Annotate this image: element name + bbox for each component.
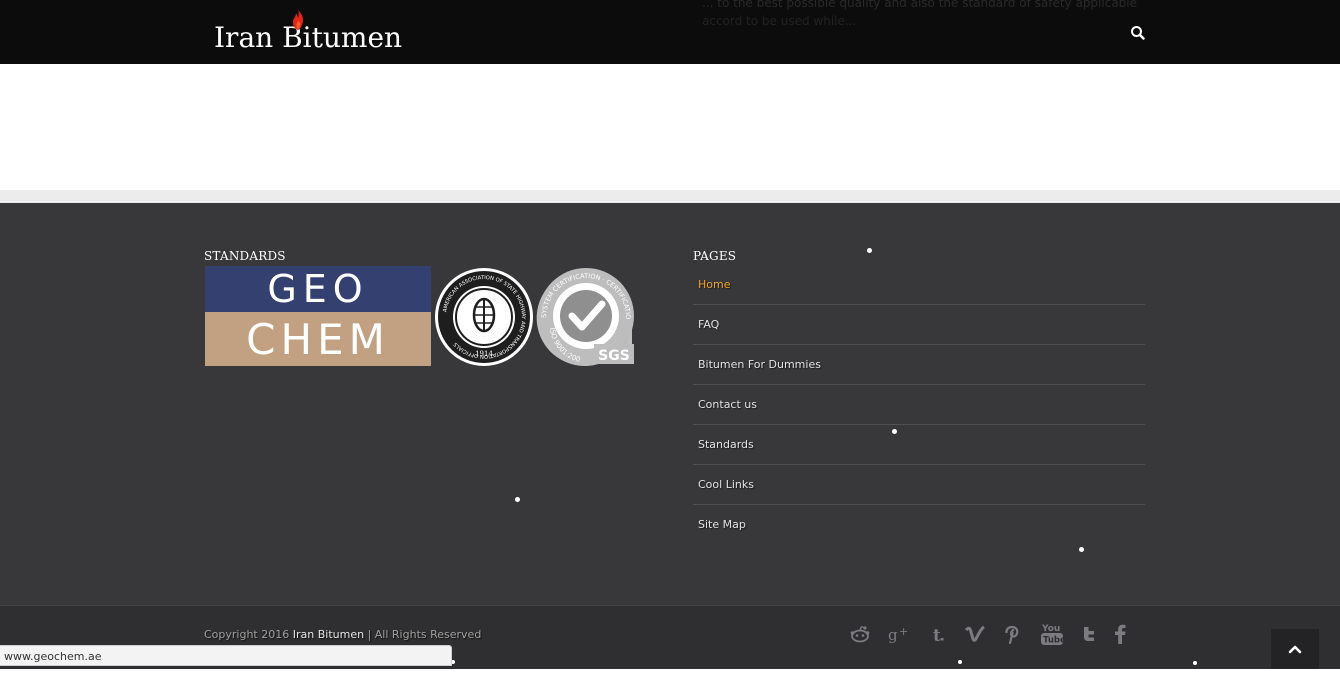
decorative-dot <box>1193 661 1197 665</box>
tumblr-icon[interactable]: t <box>927 623 949 645</box>
decorative-dot <box>1079 547 1084 552</box>
menu-item-standards[interactable]: Standards <box>693 425 1145 465</box>
svg-text:+: + <box>899 625 908 638</box>
reddit-icon[interactable] <box>849 623 871 645</box>
site-header: ... to the best possible quality and als… <box>0 0 1340 64</box>
menu-item-cool-links[interactable]: Cool Links <box>693 465 1145 505</box>
aashto-seal[interactable]: AMERICAN ASSOCIATION OF STATE HIGHWAY AN… <box>434 267 534 367</box>
svg-text:t: t <box>933 626 941 643</box>
pages-menu: Home FAQ Bitumen For Dummies Contact us … <box>693 265 1145 544</box>
menu-item-home[interactable]: Home <box>693 265 1145 305</box>
search-icon[interactable] <box>1129 24 1147 42</box>
copyright-text: Copyright 2016 Iran Bitumen | All Rights… <box>204 628 482 641</box>
content-divider <box>0 190 1340 203</box>
sgs-iso-seal[interactable]: SYSTEM CERTIFICATION · CERTIFICATION DE … <box>536 266 640 366</box>
menu-item-site-map[interactable]: Site Map <box>693 505 1145 544</box>
google-plus-icon[interactable]: g + <box>888 623 910 645</box>
geochem-logo[interactable]: GEO CHEM <box>205 266 431 366</box>
header-overlay-text: ... to the best possible quality and als… <box>702 0 1142 28</box>
scroll-to-top-button[interactable] <box>1271 629 1319 669</box>
pinterest-icon[interactable] <box>1001 623 1023 645</box>
decorative-dot <box>892 429 897 434</box>
site-logo[interactable]: Iran Bitumen <box>214 8 402 56</box>
geochem-logo-top: GEO <box>205 266 431 312</box>
logo-text: Iran Bitumen <box>214 21 403 54</box>
menu-item-bitumen-for-dummies[interactable]: Bitumen For Dummies <box>693 345 1145 385</box>
main-content-area <box>0 64 1340 190</box>
menu-item-faq[interactable]: FAQ <box>693 305 1145 345</box>
footer: STANDARDS PAGES GEO CHEM AMERICAN ASSOCI… <box>0 203 1340 605</box>
decorative-dot <box>867 248 872 253</box>
status-bar-url: www.geochem.ae <box>0 645 452 666</box>
copyright-brand-link[interactable]: Iran Bitumen <box>293 628 364 641</box>
svg-text:You: You <box>1041 624 1060 634</box>
twitter-icon[interactable] <box>1078 623 1100 645</box>
svg-text:Tube: Tube <box>1043 636 1064 646</box>
vimeo-icon[interactable] <box>964 623 986 645</box>
decorative-dot <box>958 660 962 664</box>
facebook-icon[interactable] <box>1109 623 1131 645</box>
flame-icon <box>292 8 304 30</box>
standards-heading: STANDARDS <box>204 249 286 263</box>
geochem-logo-bottom: CHEM <box>205 312 431 366</box>
decorative-dot <box>515 497 520 502</box>
pages-heading: PAGES <box>693 249 737 263</box>
aashto-year: 1914 <box>475 350 493 358</box>
svg-text:g: g <box>888 626 898 643</box>
youtube-icon[interactable]: You Tube <box>1040 621 1064 647</box>
sgs-brand-text: SGS <box>598 348 630 364</box>
menu-item-contact-us[interactable]: Contact us <box>693 385 1145 425</box>
chevron-up-icon <box>1288 645 1302 654</box>
